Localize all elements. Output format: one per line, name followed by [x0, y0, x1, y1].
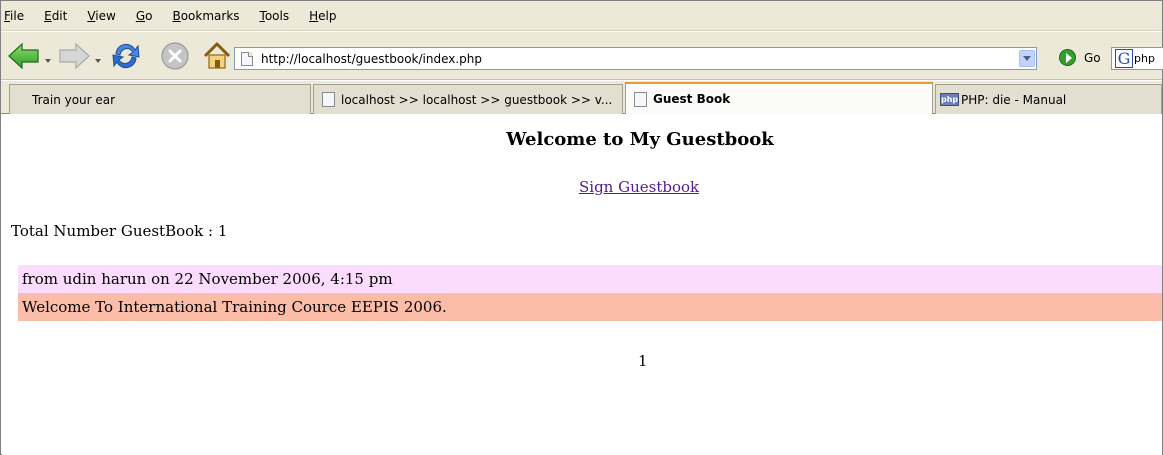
page-icon	[322, 92, 335, 107]
menu-go[interactable]: Go	[136, 9, 153, 23]
home-button[interactable]	[201, 40, 233, 72]
go-label: Go	[1084, 50, 1101, 65]
menu-tools[interactable]: Tools	[260, 9, 290, 23]
forward-history-dropdown-icon[interactable]	[95, 59, 101, 63]
menu-edit[interactable]: Edit	[44, 9, 67, 23]
search-box[interactable]: G php	[1111, 47, 1163, 70]
back-button[interactable]	[7, 40, 41, 72]
forward-button[interactable]	[57, 40, 91, 72]
go-button[interactable]: Go	[1059, 49, 1101, 66]
menu-view[interactable]: View	[87, 9, 115, 23]
menu-help[interactable]: Help	[309, 9, 336, 23]
page-icon	[241, 51, 253, 66]
reload-icon	[112, 43, 140, 69]
page-title: Welcome to My Guestbook	[506, 129, 774, 150]
entry-message: Welcome To International Training Cource…	[22, 298, 447, 316]
tab-guest-book[interactable]: Guest Book	[625, 82, 933, 114]
search-input[interactable]: php	[1134, 52, 1155, 65]
tab-php-manual[interactable]: php PHP: die - Manual	[935, 84, 1162, 114]
tab-label: Guest Book	[653, 92, 731, 106]
home-icon	[203, 42, 231, 69]
address-bar[interactable]: http://localhost/guestbook/index.php	[234, 47, 1037, 70]
menu-file[interactable]: File	[4, 9, 24, 23]
guestbook-total: Total Number GuestBook : 1	[11, 222, 228, 240]
forward-arrow-icon	[59, 42, 90, 70]
stop-icon	[161, 42, 189, 70]
url-input[interactable]: http://localhost/guestbook/index.php	[261, 52, 482, 66]
sign-guestbook-link[interactable]: Sign Guestbook	[579, 178, 699, 196]
google-search-icon[interactable]: G	[1115, 49, 1133, 68]
page-content: Welcome to My Guestbook Sign Guestbook T…	[2, 115, 1162, 455]
php-icon: php	[940, 93, 959, 106]
tab-label: localhost >> localhost >> guestbook >> v…	[341, 92, 613, 107]
navigation-toolbar: http://localhost/guestbook/index.php Go …	[1, 32, 1163, 80]
tab-label: Train your ear	[32, 92, 116, 107]
menu-bar: File Edit View Go Bookmarks Tools Help	[1, 1, 1162, 31]
tab-label: PHP: die - Manual	[961, 92, 1067, 107]
tab-train-your-ear[interactable]: Train your ear	[9, 84, 311, 114]
back-history-dropdown-icon[interactable]	[45, 59, 51, 63]
reload-button[interactable]	[109, 40, 143, 72]
browser-window: File Edit View Go Bookmarks Tools Help h…	[0, 0, 1163, 455]
stop-button[interactable]	[159, 40, 191, 72]
page-icon	[634, 91, 647, 107]
entry-meta: from udin harun on 22 November 2006, 4:1…	[22, 270, 393, 288]
back-arrow-icon	[8, 42, 39, 70]
entry-header: from udin harun on 22 November 2006, 4:1…	[18, 265, 1162, 293]
url-history-dropdown-icon[interactable]	[1019, 50, 1035, 67]
go-icon	[1059, 49, 1076, 66]
pagination-page-1: 1	[638, 352, 648, 370]
entry-message-row: Welcome To International Training Cource…	[18, 293, 1162, 321]
tab-localhost[interactable]: localhost >> localhost >> guestbook >> v…	[313, 84, 623, 114]
tab-bar: Train your ear localhost >> localhost >>…	[1, 81, 1162, 114]
menu-bookmarks[interactable]: Bookmarks	[172, 9, 239, 23]
